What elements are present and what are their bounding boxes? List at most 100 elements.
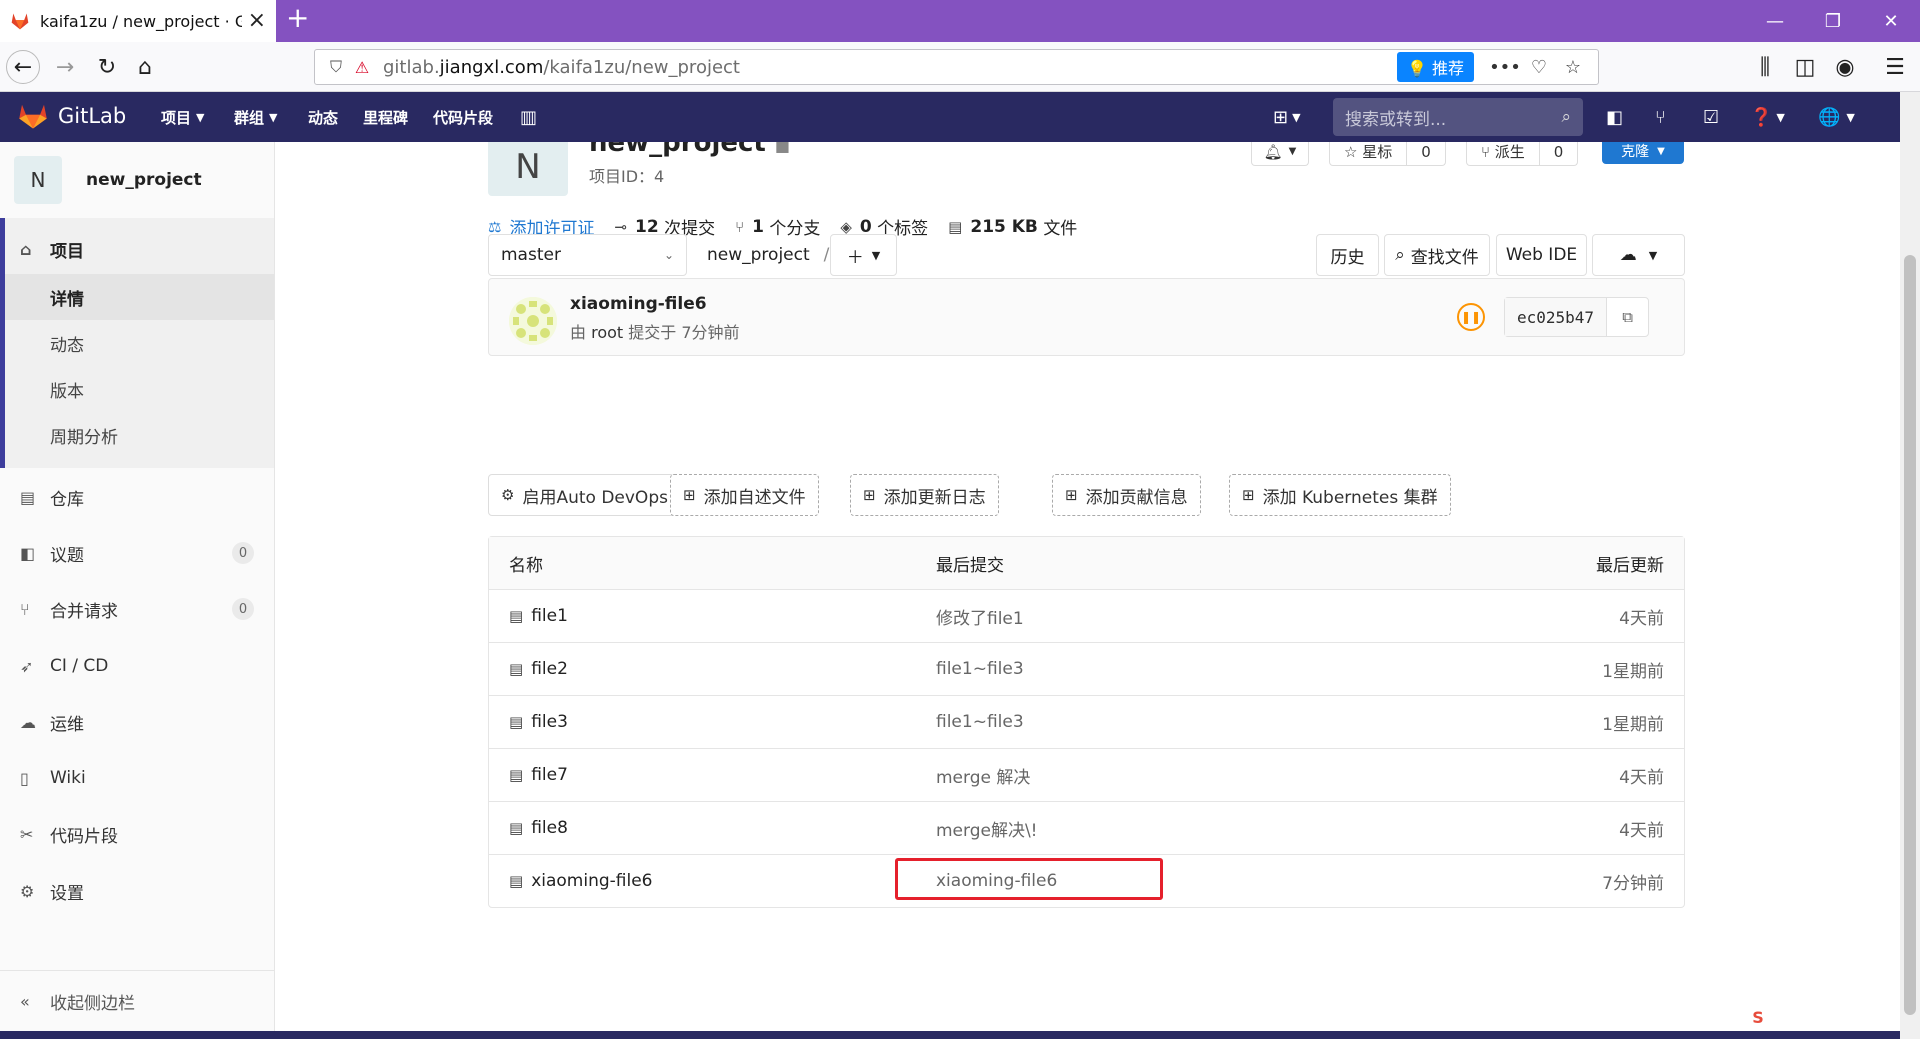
sidebar-item-releases[interactable]: 版本 — [5, 368, 274, 410]
sidebar-toggle-icon[interactable]: ◫ — [1788, 50, 1822, 84]
url-bar[interactable]: ⛉ ⚠ gitlab.jiangxl.com/kaifa1zu/new_proj… — [314, 49, 1599, 85]
sidebar-item-activity[interactable]: 动态 — [5, 322, 274, 364]
web-ide-button[interactable]: Web IDE — [1496, 234, 1587, 276]
download-dropdown[interactable]: ☁ ▼ — [1592, 234, 1685, 276]
search-input[interactable]: 搜索或转到... ⌕ — [1333, 98, 1583, 136]
table-row[interactable]: ▤ file8 merge解决\! 4天前 — [489, 801, 1684, 854]
add-changelog-button[interactable]: ⊞ 添加更新日志 — [850, 474, 999, 516]
url-text[interactable]: gitlab.jiangxl.com/kaifa1zu/new_project — [383, 57, 1397, 78]
browser-nav-bar: ← → ↻ ⌂ ⛉ ⚠ gitlab.jiangxl.com/kaifa1zu/… — [0, 42, 1920, 92]
scrollbar-thumb[interactable] — [1904, 255, 1916, 1015]
menu-icon[interactable]: ☰ — [1878, 50, 1912, 84]
enable-auto-devops-button[interactable]: ⚙ 启用Auto DevOps — [488, 474, 681, 516]
issues-icon[interactable]: ◧ — [1606, 105, 1623, 129]
commit-title[interactable]: xiaoming-file6 — [570, 294, 707, 314]
table-row[interactable]: ▤ file1 修改了file1 4天前 — [489, 589, 1684, 642]
nav-groups[interactable]: 群组 ▼ — [234, 92, 277, 142]
add-kubernetes-cluster-button[interactable]: ⊞ 添加 Kubernetes 集群 — [1229, 474, 1451, 516]
file-name[interactable]: ▤ file1 — [509, 590, 568, 642]
account-icon[interactable]: ◉ — [1828, 50, 1862, 84]
browser-tab[interactable]: kaifa1zu / new_project · GitLab × — [0, 0, 276, 42]
vertical-scrollbar[interactable] — [1900, 92, 1920, 1039]
commit-message[interactable]: merge 解决 — [936, 749, 1030, 801]
add-contributing-button[interactable]: ⊞ 添加贡献信息 — [1052, 474, 1201, 516]
main-content: N new_project ■ 项目ID：4 🔔︎ ▼ ☆ 星标 0 ⑂ 派生 0… — [276, 142, 1900, 1039]
commit-message[interactable]: file1~file3 — [936, 643, 1024, 695]
window-close-icon[interactable]: ✕ — [1862, 0, 1920, 42]
new-tab-icon[interactable]: + — [286, 4, 309, 32]
recommend-button[interactable]: 💡 推荐 — [1396, 52, 1474, 82]
commit-author-avatar[interactable] — [509, 297, 557, 345]
pipeline-paused-icon[interactable]: ❚❚ — [1457, 303, 1485, 331]
notification-dropdown[interactable]: 🔔︎ ▼ — [1251, 142, 1309, 166]
sidebar-item-ci-cd[interactable]: ➶ CI / CD — [0, 645, 274, 687]
minimize-icon[interactable]: — — [1746, 0, 1804, 42]
table-row[interactable]: ▤ file3 file1~file3 1星期前 — [489, 695, 1684, 748]
insecure-lock-icon[interactable]: ⚠ — [349, 58, 375, 77]
clone-button[interactable]: 克隆 ▼ — [1602, 142, 1684, 164]
commit-sha[interactable]: ec025b47 — [1505, 298, 1607, 336]
sidebar-item-wiki[interactable]: ▯ Wiki — [0, 757, 274, 799]
file-tree-table: 名称 最后提交 最后更新 ▤ file1 修改了file1 4天前 ▤ file2 … — [488, 536, 1685, 908]
gitlab-logo[interactable]: GitLab — [18, 102, 126, 130]
sidebar-item-merge-requests[interactable]: ⑂ 合并请求 0 — [0, 588, 274, 630]
sidebar-item-cycle-analytics[interactable]: 周期分析 — [5, 414, 274, 456]
help-icon[interactable]: ❓ ▼ — [1750, 105, 1785, 129]
file-name[interactable]: ▤ xiaoming-file6 — [509, 855, 652, 907]
file-name[interactable]: ▤ file8 — [509, 802, 568, 854]
commit-message[interactable]: 修改了file1 — [936, 590, 1024, 642]
history-button[interactable]: 历史 — [1316, 234, 1379, 276]
file-name[interactable]: ▤ file3 — [509, 696, 568, 748]
bookmark-star-icon[interactable]: ☆ — [1556, 57, 1590, 78]
reload-icon[interactable]: ↻ — [90, 50, 124, 84]
sidebar-item-operations[interactable]: ☁ 运维 — [0, 701, 274, 743]
breadcrumb-root[interactable]: new_project — [707, 245, 810, 265]
files-size-link[interactable]: ▤ 215 KB 文件 — [948, 214, 1077, 240]
collapse-sidebar-button[interactable]: «收起侧边栏 — [0, 980, 274, 1022]
shield-icon[interactable]: ⛉ — [323, 57, 349, 77]
double-chevron-left-icon: « — [20, 991, 30, 1011]
tab-close-icon[interactable]: × — [248, 10, 266, 32]
back-icon[interactable]: ← — [6, 50, 40, 84]
table-row[interactable]: ▤ file2 file1~file3 1星期前 — [489, 642, 1684, 695]
new-item-icon[interactable]: ⊞ ▼ — [1273, 105, 1301, 129]
fork-button[interactable]: ⑂ 派生 0 — [1466, 142, 1579, 166]
user-avatar[interactable]: 🌐 ▼ — [1818, 105, 1855, 129]
file-icon: ▤ — [509, 766, 524, 784]
sidebar-item-details[interactable]: 详情 — [5, 274, 274, 320]
sidebar-item-issues[interactable]: ◧ 议题 0 — [0, 532, 274, 574]
sidebar-item-snippets[interactable]: ✂ 代码片段 — [0, 813, 274, 855]
sidebar-item-project[interactable]: ⌂ 项目 — [0, 228, 274, 270]
find-file-button[interactable]: ⌕ 查找文件 — [1384, 234, 1490, 276]
page-actions-icon[interactable]: ••• — [1488, 57, 1522, 78]
nav-snippets[interactable]: 代码片段 — [433, 92, 493, 142]
nav-milestones[interactable]: 里程碑 — [363, 92, 408, 142]
nav-activity[interactable]: 动态 — [308, 92, 338, 142]
sidebar-item-settings[interactable]: ⚙ 设置 — [0, 870, 274, 912]
copy-icon[interactable]: ⧉ — [1606, 298, 1648, 336]
pocket-icon[interactable]: ♡ — [1522, 57, 1556, 78]
star-button[interactable]: ☆ 星标 0 — [1329, 142, 1446, 166]
chart-icon[interactable]: ▥ — [520, 105, 537, 129]
ime-icon[interactable]: S — [1738, 1004, 1778, 1030]
add-readme-button[interactable]: ⊞ 添加自述文件 — [670, 474, 819, 516]
commit-message[interactable]: merge解决\! — [936, 802, 1038, 854]
library-icon[interactable]: ⫼ — [1748, 50, 1782, 84]
merge-request-icon[interactable]: ⑂ — [1655, 105, 1666, 129]
commit-message[interactable]: file1~file3 — [936, 696, 1024, 748]
file-name[interactable]: ▤ file2 — [509, 643, 568, 695]
home-icon[interactable]: ⌂ — [128, 50, 162, 84]
commit-sha-group: ec025b47 ⧉ — [1504, 297, 1650, 337]
forward-icon[interactable]: → — [48, 50, 82, 84]
branch-selector[interactable]: master ⌄ — [488, 234, 687, 276]
nav-projects[interactable]: 项目 ▼ — [161, 92, 204, 142]
table-row[interactable]: ▤ file7 merge 解决 4天前 — [489, 748, 1684, 801]
restore-icon[interactable]: ❐ — [1804, 0, 1862, 42]
sidebar-project-header[interactable]: N new_project — [14, 156, 202, 204]
file-name[interactable]: ▤ file7 — [509, 749, 568, 801]
add-file-dropdown[interactable]: ＋ ▼ — [830, 234, 897, 276]
cloud-gear-icon: ☁ — [20, 712, 36, 732]
todo-icon[interactable]: ☑ — [1703, 105, 1719, 129]
commit-author[interactable]: root — [591, 323, 623, 342]
sidebar-item-repository[interactable]: ▤ 仓库 — [0, 476, 274, 518]
